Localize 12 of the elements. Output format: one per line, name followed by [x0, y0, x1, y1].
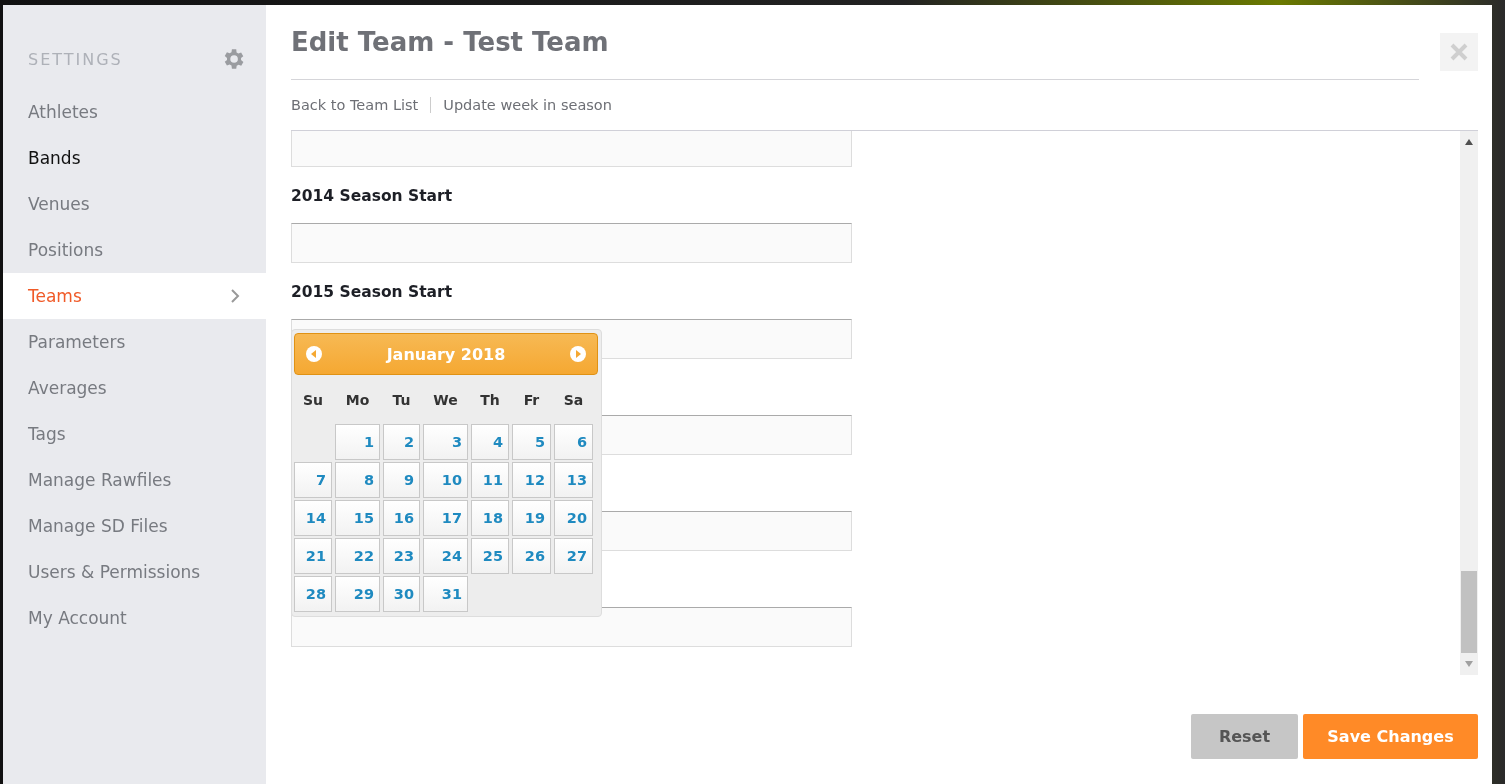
weekday-label: Th	[479, 391, 501, 410]
weekday-label: Sa	[562, 391, 585, 410]
field-label: 2014 Season Start	[291, 186, 454, 207]
weekday-label: Su	[301, 391, 325, 410]
weekday-label: We	[432, 391, 459, 410]
weekday-label: Tu	[391, 391, 412, 410]
weekday-label: Fr	[522, 391, 541, 410]
field-label: 2015 Season Start	[291, 282, 454, 303]
dialog-title: Edit Team - Test Team	[291, 27, 1419, 80]
month-title: January 2018	[386, 344, 506, 364]
weekday-label: Mo	[344, 391, 371, 410]
sidebar-title: SETTINGS	[28, 49, 123, 69]
